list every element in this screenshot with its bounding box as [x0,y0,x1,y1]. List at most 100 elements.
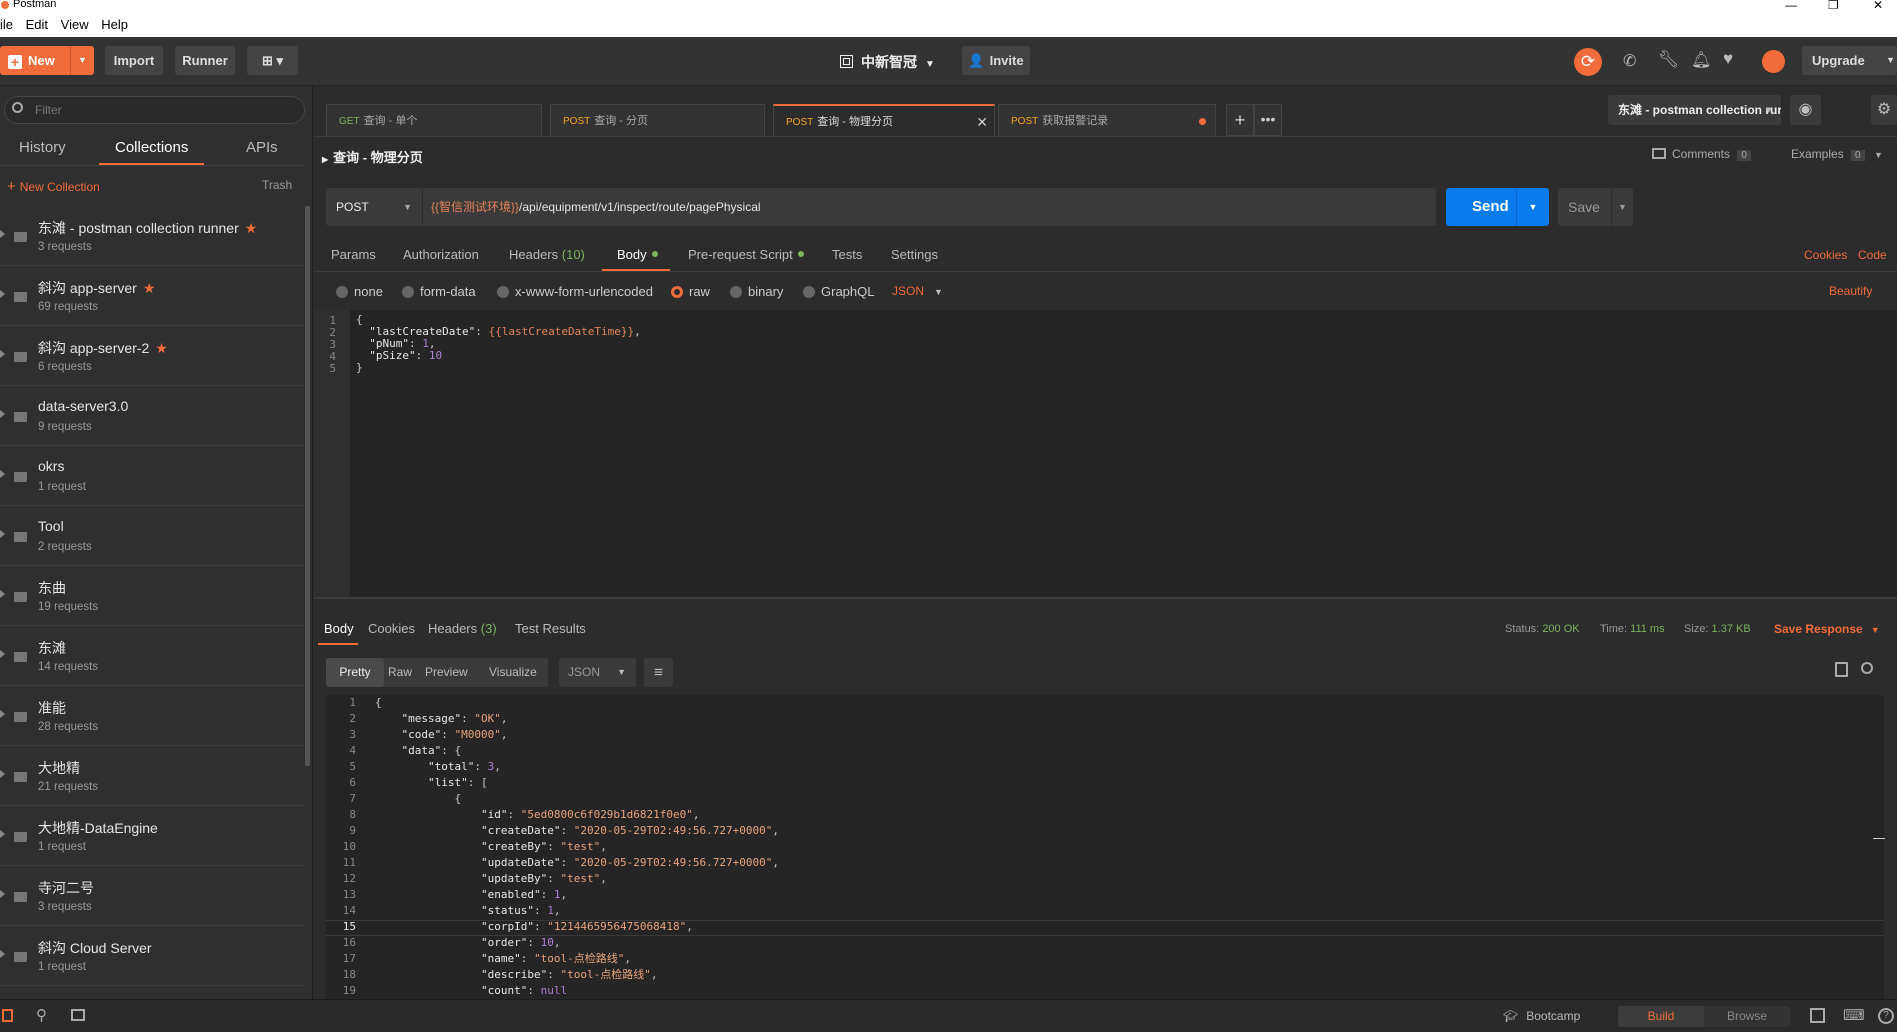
menu-edit[interactable]: Edit [26,12,48,38]
tab-collections[interactable]: Collections [115,139,188,156]
response-tab-cookies[interactable]: Cookies [368,621,415,636]
collection-item[interactable]: 斜沟 app-server-2 ★ 6 requests [0,326,304,386]
trash-button[interactable]: Trash [262,178,292,192]
response-tab-test-results[interactable]: Test Results [515,621,586,636]
view-raw[interactable]: Raw [388,665,412,679]
view-pretty[interactable]: Pretty [326,658,384,687]
caret-right-icon[interactable] [0,950,5,958]
add-tab-button[interactable]: + [1226,104,1254,136]
tab-body[interactable]: Body [617,247,658,262]
caret-right-icon[interactable] [0,890,5,898]
body-mode-graphql[interactable]: GraphQL [803,284,874,299]
import-button[interactable]: Import [105,46,163,75]
save-button[interactable]: Save ▼ [1558,188,1633,226]
caret-right-icon[interactable] [0,770,5,778]
collection-item[interactable]: 东滩 14 requests [0,626,304,686]
code-link[interactable]: Code [1858,248,1887,262]
sync-icon[interactable]: ⟳ [1574,48,1602,76]
maximize-button[interactable]: ❐ [1828,0,1839,12]
close-tab-icon[interactable]: ✕ [976,106,988,138]
caret-right-icon[interactable] [0,350,5,358]
collection-item[interactable]: Tool 2 requests [0,506,304,566]
star-icon[interactable]: ★ [245,220,258,236]
minimize-button[interactable]: — [1785,0,1797,12]
response-tab-body[interactable]: Body [324,621,354,636]
caret-right-icon[interactable] [0,650,5,658]
tab-settings[interactable]: Settings [891,247,938,262]
request-tab[interactable]: GET 查询 - 单个 [326,104,542,136]
new-window-button[interactable]: ⊞ ▾ [247,46,298,75]
filter-field[interactable]: Filter [4,96,305,124]
new-collection-button[interactable]: + New Collection [7,178,100,195]
tab-history[interactable]: History [19,139,66,156]
comments-button[interactable]: Comments 0 [1652,147,1751,161]
menu-view[interactable]: View [61,12,89,38]
beautify-button[interactable]: Beautify [1829,284,1872,298]
body-mode-raw[interactable]: raw [671,284,710,299]
body-mode-urlencoded[interactable]: x-www-form-urlencoded [497,284,653,299]
collection-item[interactable]: 斜沟 app-server ★ 69 requests [0,266,304,326]
request-tab[interactable]: POST 查询 - 分页 [550,104,765,136]
upgrade-button[interactable]: Upgrade ▼ [1802,46,1897,75]
collection-item[interactable]: 斜沟 Cloud Server 1 request [0,926,304,986]
new-dropdown-icon[interactable]: ▼ [70,46,94,75]
two-pane-icon[interactable] [1810,1008,1825,1023]
send-dropdown-icon[interactable]: ▼ [1516,188,1549,226]
collection-item[interactable]: 东滩 - postman collection runner ★ 3 request… [0,206,304,266]
console-icon[interactable] [71,1009,85,1021]
star-icon[interactable]: ★ [155,340,168,356]
sidebar-scrollbar[interactable] [305,206,310,766]
environment-quick-look-button[interactable]: ◉ [1790,95,1821,125]
view-preview[interactable]: Preview [425,665,468,679]
tab-apis[interactable]: APIs [246,139,278,156]
copy-icon[interactable] [1835,662,1848,677]
build-mode-button[interactable]: Build [1618,1006,1704,1027]
caret-right-icon[interactable] [0,470,5,478]
body-format-select[interactable]: JSON ▼ [892,284,943,298]
browse-mode-button[interactable]: Browse [1704,1006,1790,1027]
send-button[interactable]: Send ▼ [1446,188,1549,226]
caret-right-icon[interactable] [0,410,5,418]
wrench-icon[interactable]: 🔧︎ [1658,50,1680,70]
tab-params[interactable]: Params [331,247,376,262]
collection-item[interactable]: 东曲 19 requests [0,566,304,626]
close-button[interactable]: ✕ [1873,0,1883,12]
caret-right-icon[interactable] [0,830,5,838]
collection-item[interactable]: 大地精-DataEngine 1 request [0,806,304,866]
caret-right-icon[interactable] [0,290,5,298]
keyboard-shortcuts-icon[interactable]: ⌨ [1843,1006,1865,1024]
satellite-icon[interactable]: ✆ [1623,51,1636,71]
find-icon[interactable]: ⚲ [36,1006,47,1024]
save-dropdown-icon[interactable]: ▼ [1611,188,1633,226]
tab-tests[interactable]: Tests [832,247,862,262]
invite-button[interactable]: 👤 Invite [962,46,1030,75]
caret-right-icon[interactable] [0,710,5,718]
heart-icon[interactable]: ♥ [1723,49,1733,69]
collection-item[interactable]: data-server3.0 9 requests [0,386,304,446]
bootcamp-button[interactable]: 🎓︎ Bootcamp [1503,1009,1580,1023]
menu-file[interactable]: ile [0,12,13,38]
request-title[interactable]: ▶ 查询 - 物理分页 [322,147,423,166]
save-response-button[interactable]: Save Response ▼ [1774,622,1880,636]
more-tabs-button[interactable]: ••• [1254,104,1282,136]
request-tab[interactable]: POST 获取报警记录 [998,104,1216,136]
runner-button[interactable]: Runner [175,46,235,75]
tab-headers[interactable]: Headers (10) [509,247,585,262]
url-input[interactable]: {{智信测试环境}}/api/equipment/v1/inspect/rout… [423,188,1436,226]
collection-item[interactable]: okrs 1 request [0,446,304,506]
method-select[interactable]: POST ▼ [326,188,422,226]
star-icon[interactable]: ★ [143,280,156,296]
body-mode-binary[interactable]: binary [730,284,783,299]
collection-item[interactable]: 大地精 21 requests [0,746,304,806]
response-tab-headers[interactable]: Headers (3) [428,621,497,636]
caret-right-icon[interactable] [0,230,5,238]
new-button[interactable]: + New ▼ [0,46,94,75]
toggle-sidebar-icon[interactable] [2,1009,13,1022]
help-icon[interactable]: ? [1878,1008,1894,1024]
response-body-viewer[interactable]: 1{2 "message": "OK", 3 "code": "M0000", 4 … [326,695,1884,999]
tab-prerequest-script[interactable]: Pre-request Script [688,247,804,262]
view-visualize[interactable]: Visualize [489,665,537,679]
request-tab-active[interactable]: POST 查询 - 物理分页 ✕ [773,104,995,136]
body-mode-form-data[interactable]: form-data [402,284,476,299]
manage-environments-button[interactable]: ⚙ [1871,95,1897,125]
